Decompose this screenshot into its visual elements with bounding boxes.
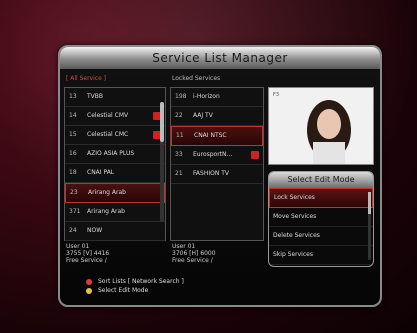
menu-item-skip-services[interactable]: Skip Services	[269, 246, 373, 265]
frequency-label: 3755 [V] 4416	[66, 250, 110, 257]
all-service-list: 13 TVBB 14 Celestial CMV 15 Celestial CMC 1…	[64, 87, 166, 241]
list-item[interactable]: 14 Celestial CMV	[65, 107, 165, 126]
channel-name: TVBB	[87, 93, 104, 100]
channel-name: i-Horizon	[193, 93, 220, 100]
help-text: Select Edit Mode	[98, 287, 149, 294]
channel-number: 22	[175, 112, 183, 119]
preview-image	[269, 88, 373, 164]
list-item[interactable]: 13 TVBB	[65, 88, 165, 107]
channel-number: 198	[175, 93, 187, 100]
channel-name: FASHION TV	[193, 170, 229, 177]
channel-name: Celestial CMV	[87, 112, 129, 119]
lock-icon	[251, 151, 259, 159]
channel-number: 15	[69, 131, 77, 138]
list-item-selected[interactable]: 23 Arirang Arab	[65, 183, 165, 203]
list-item[interactable]: 18 CNAI PAL	[65, 164, 165, 183]
yellow-key-icon	[86, 287, 92, 294]
red-key-icon	[86, 278, 92, 285]
user-label: User 01	[172, 243, 196, 250]
list-item[interactable]: 22 AAJ TV	[171, 107, 263, 126]
channel-number: 18	[69, 169, 77, 176]
list-item[interactable]: 24 NOW	[65, 222, 165, 241]
channel-number: 21	[175, 170, 183, 177]
edit-mode-title: Select Edit Mode	[269, 172, 373, 188]
list-item[interactable]: 33 EurosportN...	[171, 146, 263, 165]
locked-service-list: 198 i-Horizon 22 AAJ TV 11 CNAI NTSC 33 Euro…	[170, 87, 264, 241]
all-service-header[interactable]: [ All Service ]	[66, 75, 106, 82]
channel-number: 24	[69, 227, 77, 234]
menu-item-delete-services[interactable]: Delete Services	[269, 227, 373, 246]
channel-number: 23	[70, 189, 78, 196]
channel-name: CNAI NTSC	[194, 132, 227, 139]
channel-name: AAJ TV	[193, 112, 213, 119]
list-item[interactable]: 371 Arirang Arab	[65, 203, 165, 222]
channel-name: Arirang Arab	[87, 208, 125, 215]
mid-info-block: User 01 3706 [H] 6000 Free Service /	[172, 243, 216, 264]
preview-tag: F3	[273, 92, 280, 98]
channel-name: CNAI PAL	[87, 169, 115, 176]
list-item-selected[interactable]: 11 CNAI NTSC	[171, 126, 263, 146]
edit-mode-menu: Select Edit Mode Lock Services Move Serv…	[268, 171, 374, 267]
help-text: Sort Lists [ Network Search ]	[98, 278, 184, 285]
channel-number: 33	[175, 151, 183, 158]
menu-scrollbar[interactable]	[368, 192, 371, 260]
list-item[interactable]: 198 i-Horizon	[171, 88, 263, 107]
service-type-label: Free Service /	[66, 257, 107, 264]
locked-services-header: Locked Services	[172, 75, 221, 82]
page-title: Service List Manager	[60, 47, 380, 69]
help-row-edit: Select Edit Mode	[86, 286, 184, 295]
channel-name: NOW	[87, 227, 103, 234]
key-help: Sort Lists [ Network Search ] Select Edi…	[86, 277, 184, 295]
service-type-label: Free Service /	[172, 257, 213, 264]
menu-item-lock-services[interactable]: Lock Services	[269, 188, 373, 208]
channel-number: 16	[69, 150, 77, 157]
user-label: User 01	[66, 243, 90, 250]
scrollbar-thumb[interactable]	[368, 192, 371, 214]
left-info-block: User 01 3755 [V] 4416 Free Service /	[66, 243, 109, 264]
service-list-panel: Service List Manager [ All Service ] Loc…	[58, 45, 382, 307]
scrollbar-thumb[interactable]	[160, 102, 164, 142]
left-list-scrollbar[interactable]	[160, 102, 164, 222]
help-row-sort: Sort Lists [ Network Search ]	[86, 277, 184, 286]
channel-number: 371	[69, 208, 81, 215]
channel-name: Celestial CMC	[87, 131, 129, 138]
channel-number: 11	[176, 132, 184, 139]
frequency-label: 3706 [H] 6000	[172, 250, 216, 257]
list-item[interactable]: 15 Celestial CMC	[65, 126, 165, 145]
list-item[interactable]: 21 FASHION TV	[171, 165, 263, 184]
channel-number: 14	[69, 112, 77, 119]
channel-name: EurosportN...	[193, 151, 233, 158]
menu-item-move-services[interactable]: Move Services	[269, 208, 373, 227]
channel-name: AZIO ASIA PLUS	[87, 150, 135, 157]
tv-preview: F3	[268, 87, 374, 165]
channel-number: 13	[69, 93, 77, 100]
list-item[interactable]: 16 AZIO ASIA PLUS	[65, 145, 165, 164]
channel-name: Arirang Arab	[88, 189, 126, 196]
